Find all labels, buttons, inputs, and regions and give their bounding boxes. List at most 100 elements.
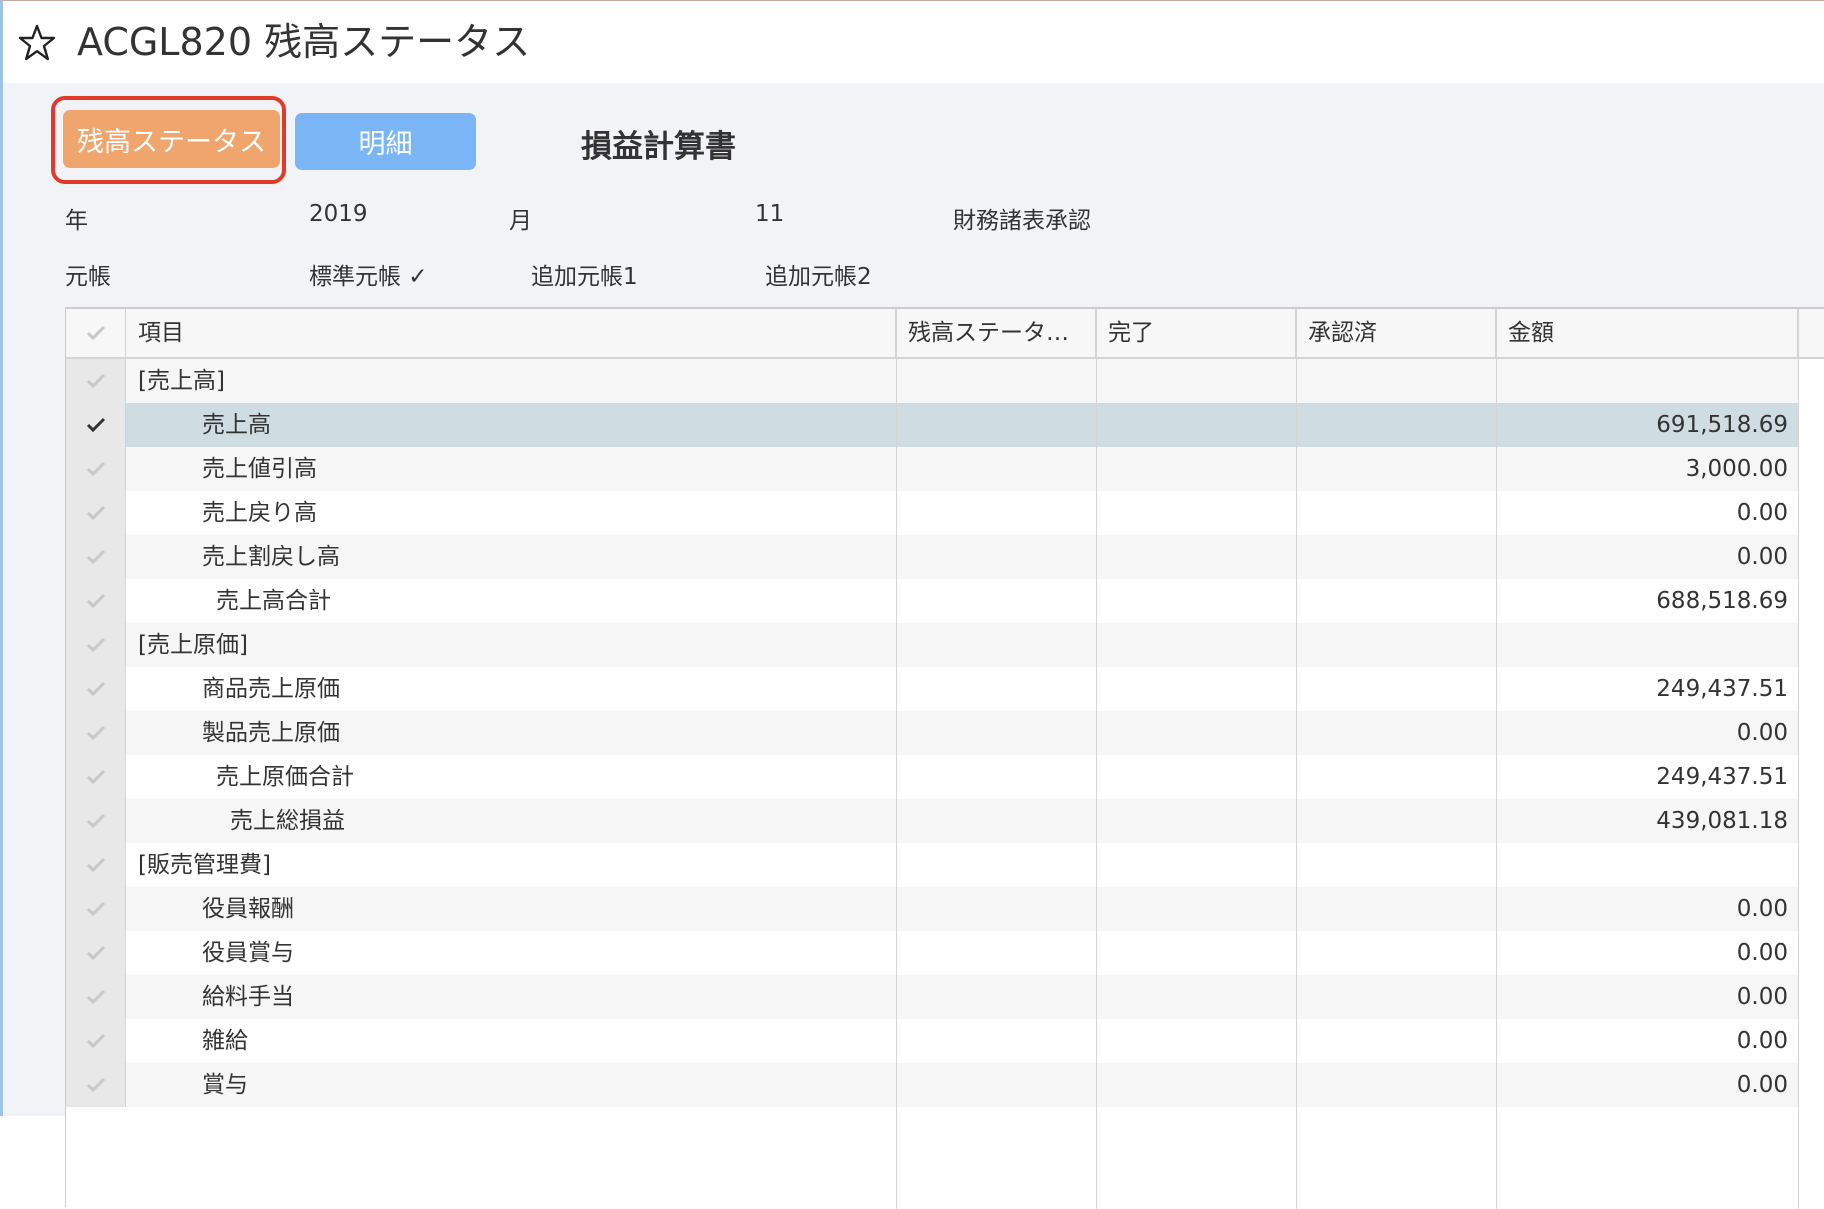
table-row[interactable]: 売上割戻し高 0.00 <box>66 535 1798 579</box>
row-amount: 0.00 <box>1736 544 1788 570</box>
row-item-label: 売上原価合計 <box>216 764 354 790</box>
row-amount: 691,518.69 <box>1656 412 1788 438</box>
column-divider <box>1496 309 1497 1209</box>
table-row[interactable]: [売上高] <box>66 359 1798 403</box>
table-row[interactable]: [販売管理費] <box>66 843 1798 887</box>
checkmark-icon <box>86 637 105 653</box>
row-cells: [販売管理費] <box>126 843 1798 887</box>
month-label: 月 <box>509 208 532 234</box>
row-item-label: 売上戻り高 <box>202 500 317 526</box>
checkmark-icon <box>86 769 105 785</box>
column-header-amount[interactable]: 金額 <box>1496 309 1798 357</box>
row-item-label: [売上高] <box>138 368 225 394</box>
row-checkbox[interactable] <box>66 667 126 711</box>
table-row[interactable]: 役員報酬 0.00 <box>66 887 1798 931</box>
table-row[interactable]: 売上戻り高 0.00 <box>66 491 1798 535</box>
row-item-label: [売上原価] <box>138 632 248 658</box>
year-value[interactable]: 2019 <box>309 201 368 227</box>
table-row[interactable]: 商品売上原価 249,437.51 <box>66 667 1798 711</box>
star-icon[interactable] <box>17 23 57 63</box>
row-cells: 役員賞与 0.00 <box>126 931 1798 975</box>
column-divider <box>1096 309 1097 1209</box>
row-amount: 0.00 <box>1736 984 1788 1010</box>
row-checkbox[interactable] <box>66 931 126 975</box>
row-amount: 439,081.18 <box>1656 808 1788 834</box>
column-header-item[interactable]: 項目 <box>126 309 896 357</box>
row-checkbox[interactable] <box>66 403 126 447</box>
row-cells: 賞与 0.00 <box>126 1063 1798 1107</box>
row-item-label: 給料手当 <box>202 984 294 1010</box>
row-checkbox[interactable] <box>66 359 126 403</box>
title-bar: ACGL820 残高ステータス <box>3 1 1824 83</box>
row-checkbox[interactable] <box>66 711 126 755</box>
checkmark-icon <box>86 681 105 697</box>
row-item-label: 売上高合計 <box>216 588 331 614</box>
row-amount: 249,437.51 <box>1656 676 1788 702</box>
column-header-approved[interactable]: 承認済 <box>1296 309 1496 357</box>
row-amount: 3,000.00 <box>1685 456 1788 482</box>
row-checkbox[interactable] <box>66 535 126 579</box>
checkmark-icon <box>86 725 105 741</box>
select-all-checkbox[interactable] <box>66 309 126 357</box>
row-checkbox[interactable] <box>66 843 126 887</box>
row-amount: 0.00 <box>1736 720 1788 746</box>
row-checkbox[interactable] <box>66 799 126 843</box>
balance-table: 項目 残高ステータ… 完了 承認済 金額 [売上高] 売上高 691,518.69 売… <box>65 307 1824 1209</box>
row-item-label: 役員賞与 <box>202 940 294 966</box>
table-row[interactable]: 雑給 0.00 <box>66 1019 1798 1063</box>
row-item-label: 雑給 <box>202 1028 248 1054</box>
row-item-label: 製品売上原価 <box>202 720 340 746</box>
ledger-extra-1[interactable]: 追加元帳1 <box>531 257 638 291</box>
column-header-balance-status[interactable]: 残高ステータ… <box>896 309 1096 357</box>
checkmark-icon <box>86 989 105 1005</box>
row-checkbox[interactable] <box>66 887 126 931</box>
row-cells: 商品売上原価 249,437.51 <box>126 667 1798 711</box>
row-item-label: 賞与 <box>202 1072 248 1098</box>
table-row[interactable]: 売上原価合計 249,437.51 <box>66 755 1798 799</box>
table-row[interactable]: 役員賞与 0.00 <box>66 931 1798 975</box>
row-item-label: 商品売上原価 <box>202 676 340 702</box>
ledger-standard[interactable]: 標準元帳 ✓ <box>309 257 428 291</box>
table-row[interactable]: 売上値引高 3,000.00 <box>66 447 1798 491</box>
month-value[interactable]: 11 <box>755 201 784 227</box>
table-row[interactable]: [売上原価] <box>66 623 1798 667</box>
row-cells: [売上高] <box>126 359 1798 403</box>
checkmark-icon <box>86 945 105 961</box>
row-checkbox[interactable] <box>66 623 126 667</box>
checkmark-icon <box>86 1077 105 1093</box>
row-amount: 0.00 <box>1736 1028 1788 1054</box>
column-header-completed[interactable]: 完了 <box>1096 309 1296 357</box>
row-cells: 売上値引高 3,000.00 <box>126 447 1798 491</box>
table-row[interactable]: 製品売上原価 0.00 <box>66 711 1798 755</box>
row-checkbox[interactable] <box>66 755 126 799</box>
table-row[interactable]: 給料手当 0.00 <box>66 975 1798 1019</box>
row-checkbox[interactable] <box>66 447 126 491</box>
page-title: ACGL820 残高ステータス <box>77 20 531 64</box>
row-cells: 役員報酬 0.00 <box>126 887 1798 931</box>
row-item-label: 売上割戻し高 <box>202 544 340 570</box>
table-row[interactable]: 賞与 0.00 <box>66 1063 1798 1107</box>
row-checkbox[interactable] <box>66 975 126 1019</box>
report-title: 損益計算書 <box>581 129 736 165</box>
column-divider <box>1296 309 1297 1209</box>
row-cells: 売上原価合計 249,437.51 <box>126 755 1798 799</box>
row-cells: 売上割戻し高 0.00 <box>126 535 1798 579</box>
row-checkbox[interactable] <box>66 491 126 535</box>
table-row[interactable]: 売上総損益 439,081.18 <box>66 799 1798 843</box>
column-divider <box>1798 309 1799 1209</box>
balance-status-button[interactable]: 残高ステータス <box>63 110 280 168</box>
row-cells: [売上原価] <box>126 623 1798 667</box>
ledger-label: 元帳 <box>65 264 111 290</box>
row-amount: 249,437.51 <box>1656 764 1788 790</box>
checkmark-icon <box>86 417 105 433</box>
table-row[interactable]: 売上高 691,518.69 <box>66 403 1798 447</box>
row-cells: 売上総損益 439,081.18 <box>126 799 1798 843</box>
detail-button[interactable]: 明細 <box>295 113 476 170</box>
row-amount: 688,518.69 <box>1656 588 1788 614</box>
ledger-extra-2[interactable]: 追加元帳2 <box>765 257 872 291</box>
table-row[interactable]: 売上高合計 688,518.69 <box>66 579 1798 623</box>
row-checkbox[interactable] <box>66 1063 126 1107</box>
row-checkbox[interactable] <box>66 579 126 623</box>
row-amount: 0.00 <box>1736 940 1788 966</box>
row-checkbox[interactable] <box>66 1019 126 1063</box>
